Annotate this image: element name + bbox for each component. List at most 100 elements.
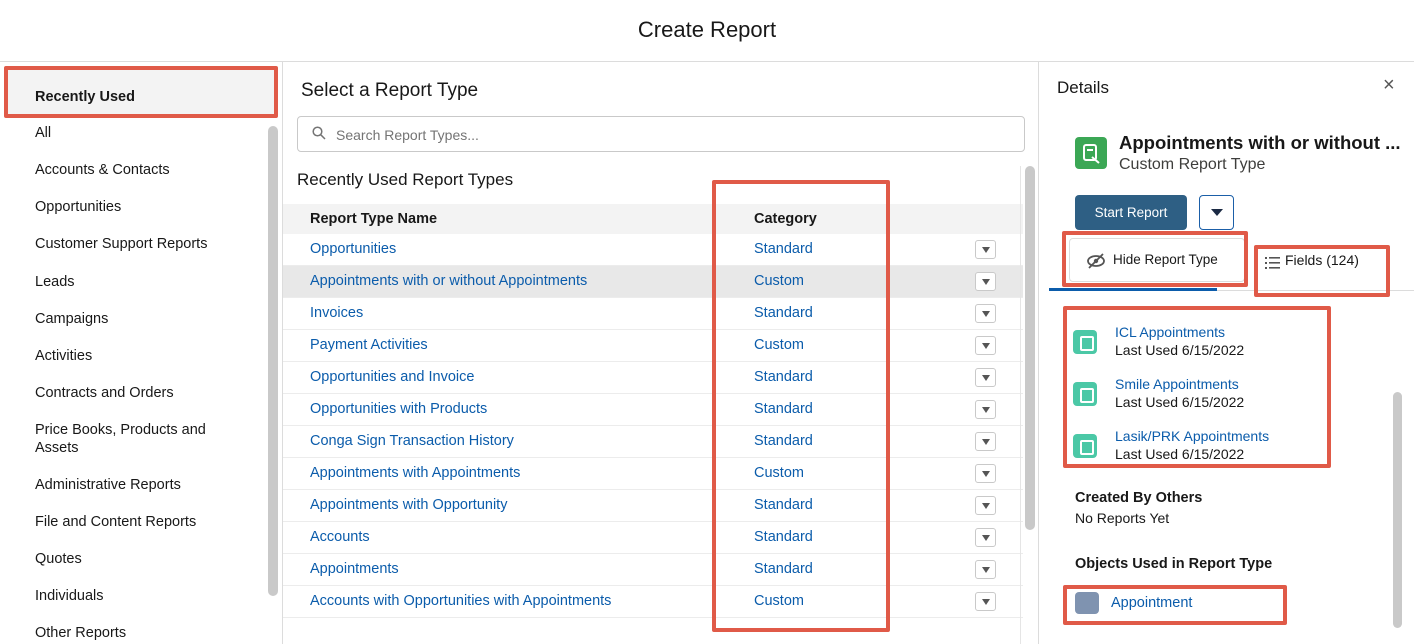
row-menu-button[interactable] (975, 432, 996, 451)
row-menu-button[interactable] (975, 528, 996, 547)
objects-heading: Objects Used in Report Type (1075, 556, 1273, 572)
start-report-button[interactable]: Start Report (1075, 195, 1187, 230)
category-cell: Custom (754, 593, 804, 609)
table-row[interactable]: Appointments Standard (283, 554, 1023, 586)
sidebar-item-contracts-orders[interactable]: Contracts and Orders (35, 384, 174, 402)
table-row[interactable]: Payment Activities Custom (283, 330, 1023, 362)
table-row[interactable]: Appointments with or without Appointment… (283, 266, 1023, 298)
report-type-link[interactable]: Appointments (310, 561, 399, 577)
report-type-link[interactable]: Opportunities with Products (310, 401, 487, 417)
category-cell: Custom (754, 273, 804, 289)
sidebar-item-accounts-contacts[interactable]: Accounts & Contacts (35, 161, 170, 179)
row-menu-button[interactable] (975, 368, 996, 387)
recent-report-link[interactable]: ICL Appointments (1115, 324, 1225, 340)
sidebar-item-opportunities[interactable]: Opportunities (35, 198, 121, 216)
close-icon[interactable]: × (1383, 74, 1395, 97)
section-heading: Select a Report Type (301, 80, 479, 101)
report-type-link[interactable]: Appointments with or without Appointment… (310, 273, 587, 289)
report-category-sidebar: Recently Used All Accounts & Contacts Op… (0, 62, 283, 644)
report-type-link[interactable]: Accounts (310, 529, 370, 545)
table-row[interactable]: Opportunities and Invoice Standard (283, 362, 1023, 394)
category-cell: Standard (754, 369, 813, 385)
category-cell: Standard (754, 433, 813, 449)
report-type-name: Appointments with or without ... (1119, 132, 1401, 153)
table-header: Report Type Name Category (283, 204, 1023, 234)
report-type-link[interactable]: Accounts with Opportunities with Appoint… (310, 593, 611, 609)
report-type-icon (1075, 137, 1107, 169)
sidebar-item-quotes[interactable]: Quotes (35, 550, 82, 568)
hide-report-type-label: Hide Report Type (1113, 252, 1218, 267)
report-icon (1073, 434, 1097, 458)
recent-report-link[interactable]: Lasik/PRK Appointments (1115, 428, 1269, 444)
sidebar-item-activities[interactable]: Activities (35, 347, 92, 365)
row-menu-button[interactable] (975, 496, 996, 515)
sidebar-item-administrative[interactable]: Administrative Reports (35, 476, 181, 494)
object-link[interactable]: Appointment (1111, 595, 1192, 611)
table-row[interactable]: Opportunities with Products Standard (283, 394, 1023, 426)
details-title: Details (1057, 78, 1109, 97)
details-panel: Details × Appointments with or without .… (1038, 62, 1414, 644)
eye-slash-icon (1087, 253, 1105, 269)
sidebar-item-price-books[interactable]: Price Books, Products and Assets (35, 421, 235, 457)
category-cell: Standard (754, 241, 813, 257)
recent-report-date: Last Used 6/15/2022 (1115, 342, 1245, 358)
list-scrollbar[interactable] (1025, 166, 1035, 530)
hide-report-type-button[interactable]: Hide Report Type (1069, 238, 1245, 282)
sidebar-item-recently-used[interactable]: Recently Used (35, 88, 135, 106)
sidebar-item-leads[interactable]: Leads (35, 273, 75, 291)
column-header-category[interactable]: Category (754, 211, 817, 227)
table-row[interactable]: Opportunities Standard (283, 234, 1023, 266)
row-menu-button[interactable] (975, 560, 996, 579)
report-type-link[interactable]: Appointments with Appointments (310, 465, 520, 481)
page-title: Create Report (0, 0, 1414, 62)
tab-fields[interactable]: Fields (124) (1285, 252, 1359, 268)
table-row[interactable]: Appointments with Opportunity Standard (283, 490, 1023, 522)
row-menu-button[interactable] (975, 464, 996, 483)
created-by-others-heading: Created By Others (1075, 490, 1203, 506)
table-row[interactable]: Conga Sign Transaction History Standard (283, 426, 1023, 458)
category-cell: Standard (754, 401, 813, 417)
sidebar-item-all[interactable]: All (35, 124, 51, 142)
recent-report-date: Last Used 6/15/2022 (1115, 394, 1245, 410)
search-input[interactable]: Search Report Types... (297, 116, 1025, 152)
active-tab-indicator (1049, 288, 1217, 291)
sidebar-item-individuals[interactable]: Individuals (35, 587, 104, 605)
column-header-name[interactable]: Report Type Name (310, 211, 437, 227)
chevron-down-icon[interactable] (1199, 195, 1234, 230)
report-type-list: Select a Report Type Search Report Types… (283, 62, 1038, 644)
recent-report-date: Last Used 6/15/2022 (1115, 446, 1245, 462)
sidebar-item-other-reports[interactable]: Other Reports (35, 624, 126, 642)
details-scrollbar[interactable] (1393, 392, 1402, 628)
scroll-track (1020, 166, 1021, 644)
sidebar-scrollbar[interactable] (268, 126, 278, 596)
row-menu-button[interactable] (975, 336, 996, 355)
report-type-link[interactable]: Appointments with Opportunity (310, 497, 507, 513)
search-placeholder: Search Report Types... (336, 127, 479, 143)
recent-types-heading: Recently Used Report Types (297, 170, 514, 189)
sidebar-item-customer-support[interactable]: Customer Support Reports (35, 235, 207, 253)
category-cell: Standard (754, 305, 813, 321)
category-cell: Standard (754, 561, 813, 577)
created-by-others-text: No Reports Yet (1075, 510, 1170, 526)
report-type-link[interactable]: Conga Sign Transaction History (310, 433, 514, 449)
report-type-link[interactable]: Opportunities (310, 241, 396, 257)
row-menu-button[interactable] (975, 240, 996, 259)
table-row[interactable]: Appointments with Appointments Custom (283, 458, 1023, 490)
row-menu-button[interactable] (975, 272, 996, 291)
row-menu-button[interactable] (975, 304, 996, 323)
sidebar-item-campaigns[interactable]: Campaigns (35, 310, 108, 328)
report-icon (1073, 382, 1097, 406)
table-row[interactable]: Accounts Standard (283, 522, 1023, 554)
table-row[interactable]: Accounts with Opportunities with Appoint… (283, 586, 1023, 618)
category-cell: Standard (754, 497, 813, 513)
row-menu-button[interactable] (975, 400, 996, 419)
report-type-link[interactable]: Opportunities and Invoice (310, 369, 474, 385)
category-cell: Standard (754, 529, 813, 545)
report-type-link[interactable]: Invoices (310, 305, 363, 321)
row-menu-button[interactable] (975, 592, 996, 611)
category-cell: Custom (754, 337, 804, 353)
recent-report-link[interactable]: Smile Appointments (1115, 376, 1239, 392)
table-row[interactable]: Invoices Standard (283, 298, 1023, 330)
sidebar-item-file-content[interactable]: File and Content Reports (35, 513, 196, 531)
report-type-link[interactable]: Payment Activities (310, 337, 428, 353)
